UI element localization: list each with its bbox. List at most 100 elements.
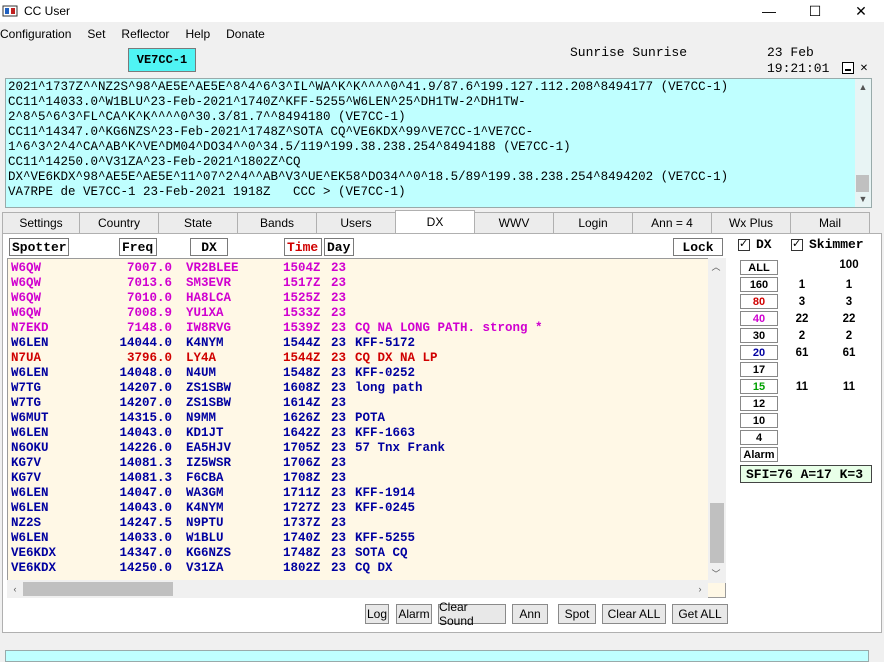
tab-ann-4[interactable]: Ann = 4 bbox=[632, 212, 712, 233]
tab-bands[interactable]: Bands bbox=[237, 212, 317, 233]
band-button-160[interactable]: 160 bbox=[740, 277, 778, 292]
table-row[interactable]: W7TG 14207.0 ZS1SBW 1614Z 23 bbox=[8, 396, 708, 411]
console-output[interactable]: 2021^1737Z^^NZ2S^98^AE5E^AE5E^8^4^6^3^IL… bbox=[5, 78, 872, 208]
spot-dx: V31ZA bbox=[186, 561, 224, 575]
band-button-20[interactable]: 20 bbox=[740, 345, 778, 360]
menu-reflector[interactable]: Reflector bbox=[121, 27, 169, 41]
tab-users[interactable]: Users bbox=[316, 212, 396, 233]
table-row[interactable]: N7EKD 7148.0 IW8RVG 1539Z 23 CQ NA LONG PATH.… bbox=[8, 321, 708, 336]
clear-sound-button[interactable]: Clear Sound bbox=[438, 600, 506, 628]
band-button-40[interactable]: 40 bbox=[740, 311, 778, 326]
skimmer-checkbox[interactable] bbox=[791, 237, 803, 251]
spot-list-vscroll-thumb[interactable] bbox=[710, 503, 724, 563]
table-row[interactable]: W6MUT 14315.0 N9MM 1626Z 23 POTA bbox=[8, 411, 708, 426]
tab-mail[interactable]: Mail bbox=[790, 212, 870, 233]
spot-day: 23 bbox=[331, 411, 347, 425]
scroll-down-icon[interactable]: ▼ bbox=[855, 191, 871, 207]
spot-list-vscrollbar[interactable]: ︿ ﹀ bbox=[708, 258, 726, 583]
col-time[interactable]: Time bbox=[284, 238, 322, 256]
band-button-12[interactable]: 12 bbox=[740, 396, 778, 411]
clear-all-button[interactable]: Clear ALL bbox=[602, 604, 666, 624]
spot-list-hscroll-thumb[interactable] bbox=[23, 582, 173, 596]
spot-list[interactable]: W6QW 7007.0 VR2BLEE 1504Z 23 W6QW 7013.6 SM3EVR… bbox=[7, 258, 726, 598]
table-row[interactable]: W6QW 7007.0 VR2BLEE 1504Z 23 bbox=[8, 261, 708, 276]
alarm-button[interactable]: Alarm bbox=[396, 604, 432, 624]
scroll-up-icon[interactable]: ︿ bbox=[708, 258, 724, 274]
spot-spotter: NZ2S bbox=[11, 516, 42, 530]
menu-set[interactable]: Set bbox=[87, 27, 105, 41]
table-row[interactable]: W6LEN 14048.0 N4UM 1548Z 23 KFF-0252 bbox=[8, 366, 708, 381]
band-button-80[interactable]: 80 bbox=[740, 294, 778, 309]
menu-donate[interactable]: Donate bbox=[226, 27, 265, 41]
console-scrollbar[interactable]: ▲ ▼ bbox=[855, 79, 871, 207]
table-row[interactable]: KG7V 14081.3 F6CBA 1708Z 23 bbox=[8, 471, 708, 486]
table-row[interactable]: W6QW 7013.6 SM3EVR 1517Z 23 bbox=[8, 276, 708, 291]
command-input[interactable] bbox=[5, 650, 869, 662]
tab-country[interactable]: Country bbox=[79, 212, 159, 233]
scroll-left-icon[interactable]: ‹ bbox=[7, 581, 23, 597]
band-skimmer-count: 11 bbox=[842, 381, 856, 393]
minimize-panel-icon[interactable] bbox=[842, 62, 854, 74]
close-panel-icon[interactable]: ✕ bbox=[858, 62, 870, 74]
table-row[interactable]: W6LEN 14033.0 W1BLU 1740Z 23 KFF-5255 bbox=[8, 531, 708, 546]
band-button-alarm[interactable]: Alarm bbox=[740, 447, 778, 462]
tab-login[interactable]: Login bbox=[553, 212, 633, 233]
tab-wx-plus[interactable]: Wx Plus bbox=[711, 212, 791, 233]
table-row[interactable]: VE6KDX 14347.0 KG6NZS 1748Z 23 SOTA CQ bbox=[8, 546, 708, 561]
spot-time: 1705Z bbox=[283, 441, 321, 455]
table-row[interactable]: W6LEN 14044.0 K4NYM 1544Z 23 KFF-5172 bbox=[8, 336, 708, 351]
table-row[interactable]: N6OKU 14226.0 EA5HJV 1705Z 23 57 Tnx Frank bbox=[8, 441, 708, 456]
scroll-up-icon[interactable]: ▲ bbox=[855, 79, 871, 95]
get-all-button[interactable]: Get ALL bbox=[672, 604, 728, 624]
table-row[interactable]: W6QW 7010.0 HA8LCA 1525Z 23 bbox=[8, 291, 708, 306]
menu-bar: Configuration Set Reflector Help Donate bbox=[0, 24, 281, 44]
table-row[interactable]: NZ2S 14247.5 N9PTU 1737Z 23 bbox=[8, 516, 708, 531]
spot-day: 23 bbox=[331, 561, 347, 575]
maximize-button[interactable]: ☐ bbox=[792, 0, 838, 22]
scroll-right-icon[interactable]: › bbox=[692, 581, 708, 597]
spot-spotter: N7EKD bbox=[11, 321, 49, 335]
console-line: DX^VE6KDX^98^AE5E^AE5E^11^07^2^4^^AB^V3^… bbox=[8, 170, 729, 184]
log-button[interactable]: Log bbox=[365, 604, 389, 624]
table-row[interactable]: W6LEN 14043.0 K4NYM 1727Z 23 KFF-0245 bbox=[8, 501, 708, 516]
tab-dx[interactable]: DX bbox=[395, 210, 475, 233]
band-button-15[interactable]: 15 bbox=[740, 379, 778, 394]
menu-help[interactable]: Help bbox=[185, 27, 210, 41]
scroll-down-icon[interactable]: ﹀ bbox=[708, 565, 724, 581]
table-row[interactable]: VE6KDX 14250.0 V31ZA 1802Z 23 CQ DX bbox=[8, 561, 708, 576]
band-button-10[interactable]: 10 bbox=[740, 413, 778, 428]
table-row[interactable]: W6LEN 14047.0 WA3GM 1711Z 23 KFF-1914 bbox=[8, 486, 708, 501]
spot-time: 1539Z bbox=[283, 321, 321, 335]
band-dx-count: 22 bbox=[795, 313, 809, 325]
tab-settings[interactable]: Settings bbox=[2, 212, 80, 233]
close-button[interactable]: ✕ bbox=[838, 0, 884, 22]
console-scroll-thumb[interactable] bbox=[856, 175, 869, 192]
table-row[interactable]: W6LEN 14043.0 KD1JT 1642Z 23 KFF-1663 bbox=[8, 426, 708, 441]
band-button-4[interactable]: 4 bbox=[740, 430, 778, 445]
band-button-all[interactable]: ALL bbox=[740, 260, 778, 275]
spot-day: 23 bbox=[331, 306, 347, 320]
col-freq[interactable]: Freq bbox=[119, 238, 157, 256]
menu-configuration[interactable]: Configuration bbox=[0, 27, 71, 41]
minimize-button[interactable]: — bbox=[746, 0, 792, 22]
table-row[interactable]: W6QW 7008.9 YU1XA 1533Z 23 bbox=[8, 306, 708, 321]
col-dx[interactable]: DX bbox=[190, 238, 228, 256]
spot-dx: KG6NZS bbox=[186, 546, 232, 560]
col-day[interactable]: Day bbox=[324, 238, 354, 256]
spot-list-hscrollbar[interactable]: ‹ › bbox=[7, 580, 708, 598]
table-row[interactable]: N7UA 3796.0 LY4A 1544Z 23 CQ DX NA LP bbox=[8, 351, 708, 366]
ann-button[interactable]: Ann bbox=[512, 604, 548, 624]
lock-button[interactable]: Lock bbox=[673, 238, 723, 256]
tab-state[interactable]: State bbox=[158, 212, 238, 233]
tab-bar: Settings Country State Bands Users DX WWV Login… bbox=[2, 210, 882, 234]
spot-button[interactable]: Spot bbox=[558, 604, 596, 624]
col-spotter[interactable]: Spotter bbox=[9, 238, 69, 256]
tab-wwv[interactable]: WWV bbox=[474, 212, 554, 233]
band-dx-count: 1 bbox=[798, 279, 806, 291]
band-button-17[interactable]: 17 bbox=[740, 362, 778, 377]
callsign-button[interactable]: VE7CC-1 bbox=[128, 48, 196, 72]
dx-checkbox[interactable] bbox=[738, 237, 750, 251]
table-row[interactable]: KG7V 14081.3 IZ5WSR 1706Z 23 bbox=[8, 456, 708, 471]
band-button-30[interactable]: 30 bbox=[740, 328, 778, 343]
table-row[interactable]: W7TG 14207.0 ZS1SBW 1608Z 23 long path bbox=[8, 381, 708, 396]
